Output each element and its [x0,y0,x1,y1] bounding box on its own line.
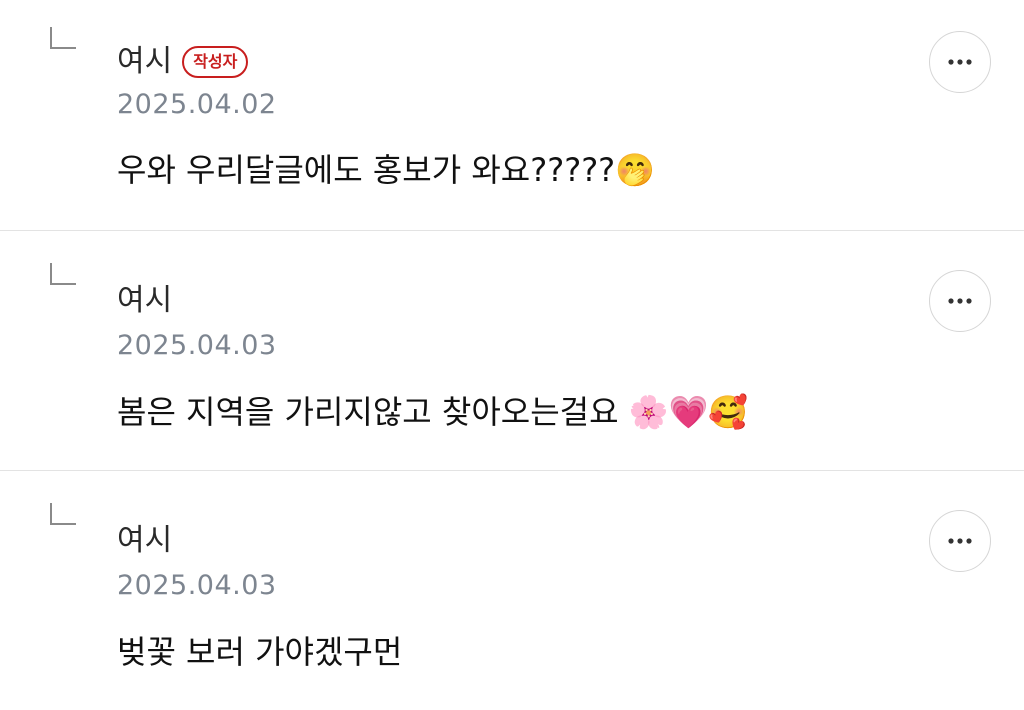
comment-author-row: 여시 작성자 [117,42,249,82]
comment-date: 2025.04.03 [117,570,277,601]
comment-author: 여시 [117,283,173,318]
comment-list: 여시 작성자 2025.04.02 우와 우리달글에도 홍보가 와요?????🤭… [0,0,1024,710]
comment-text: 우와 우리달글에도 홍보가 와요?????🤭 [117,151,656,189]
more-options-button[interactable] [929,510,991,572]
more-horizontal-icon [948,298,972,304]
more-horizontal-icon [948,538,972,544]
comment-date: 2025.04.02 [117,89,277,120]
reply-corner-icon [50,263,76,285]
comment-author: 여시 [117,523,173,558]
reply-corner-icon [50,503,76,525]
comment-item: 여시 2025.04.03 벚꽃 보러 가야겠구먼 [0,471,1024,710]
comment-text: 벚꽃 보러 가야겠구먼 [117,633,403,671]
more-horizontal-icon [948,59,972,65]
comment-author: 여시 [117,44,173,79]
reply-corner-icon [50,27,76,49]
more-options-button[interactable] [929,270,991,332]
comment-item: 여시 2025.04.03 봄은 지역을 가리지않고 찾아오는걸요 🌸💗🥰 [0,231,1024,471]
comment-author-row: 여시 [117,521,172,561]
comment-date: 2025.04.03 [117,330,277,361]
more-options-button[interactable] [929,31,991,93]
comment-author-row: 여시 [117,281,172,321]
comment-item: 여시 작성자 2025.04.02 우와 우리달글에도 홍보가 와요?????🤭 [0,0,1024,231]
writer-badge: 작성자 [182,46,249,78]
comment-text: 봄은 지역을 가리지않고 찾아오는걸요 🌸💗🥰 [117,393,749,431]
